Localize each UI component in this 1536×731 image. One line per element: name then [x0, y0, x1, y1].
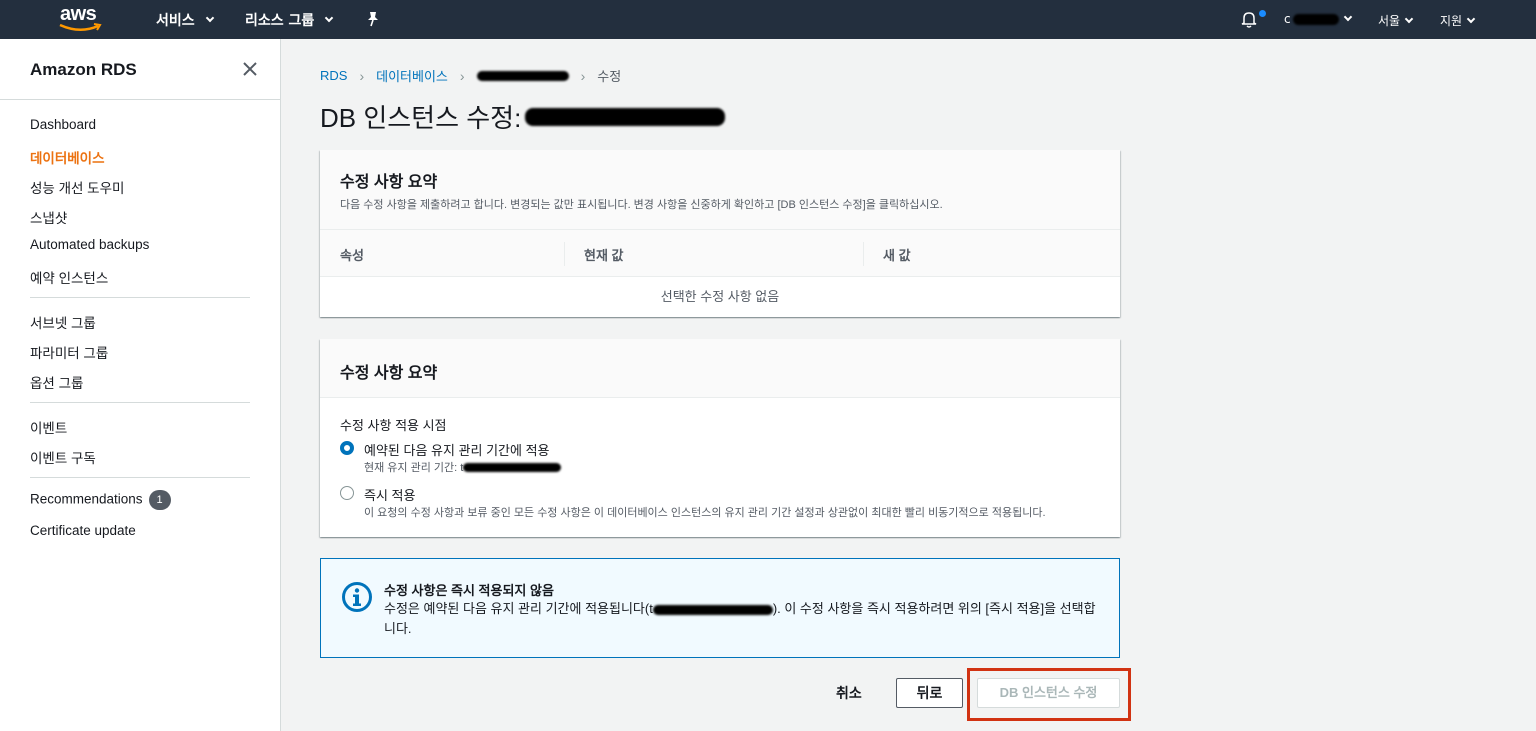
divider: [0, 99, 281, 100]
sidebar-item-snapshots[interactable]: 스냅샷: [30, 207, 67, 227]
services-menu[interactable]: 서비스: [156, 10, 214, 30]
breadcrumb-rds[interactable]: RDS: [320, 68, 347, 83]
sidebar-item-performance-insights[interactable]: 성능 개선 도우미: [30, 177, 124, 197]
summary-panel-title: 수정 사항 요약: [340, 174, 438, 191]
column-divider: [863, 242, 864, 266]
sidebar-item-option-groups[interactable]: 옵션 그룹: [30, 372, 83, 392]
breadcrumb-current: 수정: [597, 69, 622, 84]
chevron-down-icon: [1404, 14, 1414, 23]
table-header: 속성 현재 값 새 값: [320, 229, 1120, 277]
divider: [30, 402, 250, 403]
schedule-panel-title: 수정 사항 요약: [340, 365, 438, 382]
divider: [30, 297, 250, 298]
column-header-current-value: 현재 값: [584, 248, 624, 263]
highlight-annotation-box: [967, 668, 1131, 721]
column-header-new-value: 새 값: [883, 248, 911, 263]
recommendations-count-badge: 1: [148, 490, 171, 510]
schedule-panel: 수정 사항 요약 수정 사항 적용 시점 예약된 다음 유지 관리 기간에 적용…: [320, 339, 1120, 537]
apply-timing-label: 수정 사항 적용 시점: [340, 418, 447, 433]
notification-dot: [1259, 10, 1266, 17]
radio-apply-immediately[interactable]: [340, 486, 354, 500]
sidebar-title: Amazon RDS: [30, 60, 137, 79]
sidebar-item-subnet-groups[interactable]: 서브넷 그룹: [30, 312, 96, 332]
info-alert: 수정 사항은 즉시 적용되지 않음 수정은 예약된 다음 유지 관리 기간에 적…: [320, 558, 1120, 658]
support-menu[interactable]: 지원: [1440, 12, 1476, 29]
info-alert-title: 수정 사항은 즉시 적용되지 않음: [384, 583, 554, 598]
aws-logo[interactable]: aws: [58, 3, 104, 35]
redacted-maintenance-window: [652, 604, 773, 615]
column-divider: [564, 242, 565, 266]
sidebar-item-event-subscriptions[interactable]: 이벤트 구독: [30, 447, 96, 467]
close-icon[interactable]: [241, 60, 259, 78]
sidebar-item-events[interactable]: 이벤트: [30, 417, 67, 437]
cancel-button[interactable]: 취소: [836, 683, 862, 703]
aws-smile-icon: [59, 23, 102, 31]
option-scheduled-description: 현재 유지 관리 기간: t: [364, 459, 562, 475]
redacted-maintenance-window: [463, 462, 562, 472]
chevron-down-icon: [205, 13, 214, 23]
option-immediate-description: 이 요청의 수정 사항과 보류 중인 모든 수정 사항은 이 데이터베이스 인스…: [364, 507, 1046, 519]
info-alert-text: 수정은 예약된 다음 유지 관리 기간에 적용됩니다(t). 이 수정 사항을 …: [384, 601, 1096, 636]
radio-apply-scheduled[interactable]: [340, 441, 354, 455]
page-title: DB 인스턴스 수정:: [320, 98, 726, 135]
chevron-right-icon: ›: [459, 67, 465, 84]
pin-icon[interactable]: [366, 11, 380, 31]
sidebar-item-databases[interactable]: 데이터베이스: [30, 147, 105, 167]
redacted-instance-id: [525, 107, 726, 126]
region-menu[interactable]: 서울: [1378, 12, 1414, 29]
breadcrumb-instance-redacted[interactable]: [476, 70, 569, 81]
chevron-down-icon: [325, 13, 334, 23]
breadcrumb: RDS › 데이터베이스 › › 수정: [320, 66, 621, 85]
sidebar-item-recommendations[interactable]: Recommendations 1: [30, 490, 171, 510]
divider: [30, 477, 250, 478]
option-immediate-label[interactable]: 즉시 적용: [364, 485, 415, 504]
summary-panel: 수정 사항 요약 다음 수정 사항을 제출하려고 합니다. 변경되는 값만 표시…: [320, 150, 1120, 317]
option-scheduled-label[interactable]: 예약된 다음 유지 관리 기간에 적용: [364, 440, 550, 459]
sidebar-item-parameter-groups[interactable]: 파라미터 그룹: [30, 342, 108, 362]
sidebar-item-automated-backups[interactable]: Automated backups: [30, 237, 149, 252]
notifications-bell-icon[interactable]: [1240, 10, 1258, 32]
sidebar-item-dashboard[interactable]: Dashboard: [30, 117, 96, 132]
breadcrumb-databases[interactable]: 데이터베이스: [376, 66, 448, 85]
sidebar-item-reserved-instances[interactable]: 예약 인스턴스: [30, 267, 108, 287]
chevron-down-icon: [1343, 12, 1352, 22]
account-menu[interactable]: c: [1284, 12, 1352, 26]
summary-panel-description: 다음 수정 사항을 제출하려고 합니다. 변경되는 값만 표시됩니다. 변경 사…: [340, 199, 943, 211]
sidebar: Amazon RDS Dashboard 데이터베이스 성능 개선 도우미 스냅…: [0, 39, 281, 731]
redacted-account-name: [1292, 13, 1339, 25]
chevron-right-icon: ›: [359, 67, 365, 84]
chevron-right-icon: ›: [580, 67, 586, 84]
back-button[interactable]: 뒤로: [896, 678, 963, 708]
info-icon: [341, 581, 373, 613]
resource-groups-menu[interactable]: 리소스 그룹: [245, 10, 334, 30]
table-empty-state: 선택한 수정 사항 없음: [660, 289, 780, 304]
sidebar-item-certificate-update[interactable]: Certificate update: [30, 523, 136, 538]
chevron-down-icon: [1466, 14, 1476, 23]
top-navigation: aws 서비스 리소스 그룹 c 서울 지원: [0, 0, 1536, 39]
column-header-attribute: 속성: [340, 248, 364, 263]
